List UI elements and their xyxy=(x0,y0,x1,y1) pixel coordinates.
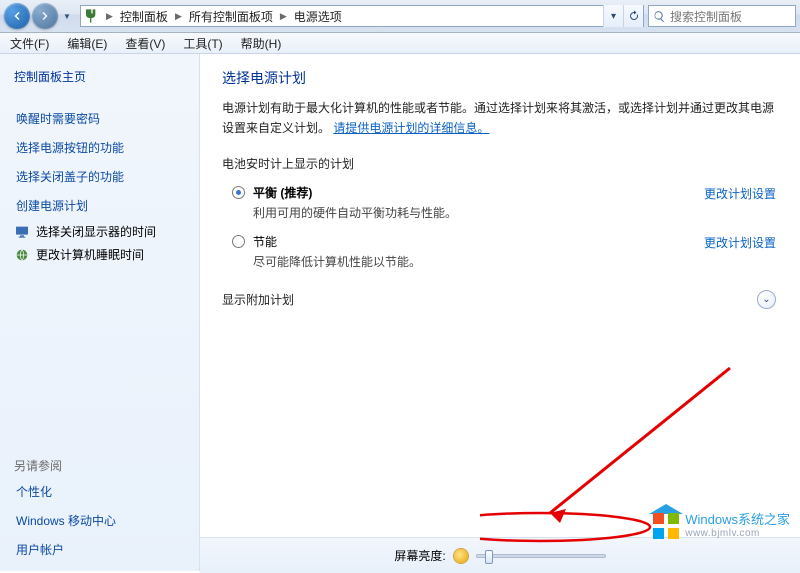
brightness-slider[interactable] xyxy=(476,554,606,558)
monitor-icon xyxy=(14,224,30,240)
breadcrumb-item[interactable]: 所有控制面板项 xyxy=(185,6,277,26)
watermark-text-cn: 系统之家 xyxy=(738,512,790,527)
content-pane: 选择电源计划 电源计划有助于最大化计算机的性能或者节能。通过选择计划来将其激活，… xyxy=(200,54,800,571)
chevron-right-icon: ▶ xyxy=(103,11,116,22)
menu-help[interactable]: 帮助(H) xyxy=(237,33,286,54)
sidebar-see-also-personalize[interactable]: 个性化 xyxy=(14,480,187,503)
sun-icon xyxy=(454,549,468,563)
search-placeholder: 搜索控制面板 xyxy=(670,8,742,25)
sidebar-link-create-plan[interactable]: 创建电源计划 xyxy=(14,194,187,217)
address-bar[interactable]: ▶ 控制面板 ▶ 所有控制面板项 ▶ 电源选项 ▾ xyxy=(80,5,644,27)
sidebar-see-also-heading: 另请参阅 xyxy=(14,457,187,474)
sidebar-see-also-mobility[interactable]: Windows 移动中心 xyxy=(14,509,187,532)
page-description: 电源计划有助于最大化计算机的性能或者节能。通过选择计划来将其激活，或选择计划并通… xyxy=(222,98,776,139)
radio-power-saver[interactable] xyxy=(232,235,245,248)
sidebar-link-display-off[interactable]: 选择关闭显示器的时间 xyxy=(14,223,187,240)
menu-tools[interactable]: 工具(T) xyxy=(179,33,226,54)
back-button[interactable] xyxy=(4,3,30,29)
sidebar-link-close-lid[interactable]: 选择关闭盖子的功能 xyxy=(14,165,187,188)
sidebar-item-label: 选择关闭显示器的时间 xyxy=(36,223,156,240)
sidebar: 控制面板主页 唤醒时需要密码 选择电源按钮的功能 选择关闭盖子的功能 创建电源计… xyxy=(0,54,200,571)
sidebar-link-require-password[interactable]: 唤醒时需要密码 xyxy=(14,107,187,130)
menu-bar: 文件(F) 编辑(E) 查看(V) 工具(T) 帮助(H) xyxy=(0,33,800,54)
menu-file[interactable]: 文件(F) xyxy=(6,33,53,54)
plan-balanced[interactable]: 平衡 (推荐) 利用可用的硬件自动平衡功耗与性能。 更改计划设置 xyxy=(222,182,776,231)
sidebar-see-also-users[interactable]: 用户帐户 xyxy=(14,538,187,561)
refresh-button[interactable] xyxy=(623,5,643,27)
brightness-label: 屏幕亮度: xyxy=(394,547,445,564)
show-additional-plans[interactable]: 显示附加计划 xyxy=(222,291,397,308)
sidebar-home-link[interactable]: 控制面板主页 xyxy=(14,68,187,85)
watermark-url: www.bjmlv.com xyxy=(685,528,790,539)
sidebar-item-label: 更改计算机睡眠时间 xyxy=(36,246,144,263)
plan-subtitle: 利用可用的硬件自动平衡功耗与性能。 xyxy=(253,204,704,221)
chevron-right-icon: ▶ xyxy=(277,11,290,22)
change-plan-settings-link[interactable]: 更改计划设置 xyxy=(704,185,776,202)
brightness-bar: 屏幕亮度: xyxy=(200,537,800,573)
chevron-right-icon: ▶ xyxy=(172,11,185,22)
plan-title: 节能 xyxy=(253,233,704,250)
address-dropdown[interactable]: ▾ xyxy=(603,5,623,27)
main-area: 控制面板主页 唤醒时需要密码 选择电源按钮的功能 选择关闭盖子的功能 创建电源计… xyxy=(0,54,800,571)
watermark: Windows系统之家 www.bjmlv.com xyxy=(653,513,790,539)
plan-group-label: 电池安时计上显示的计划 xyxy=(222,155,776,172)
plan-power-saver[interactable]: 节能 尽可能降低计算机性能以节能。 更改计划设置 xyxy=(222,231,776,280)
description-text: 电源计划有助于最大化计算机的性能或者节能。通过选择计划来将其激活，或选择计划并通… xyxy=(222,101,774,135)
plan-title: 平衡 (推荐) xyxy=(253,184,704,201)
page-title: 选择电源计划 xyxy=(222,68,776,88)
plan-subtitle: 尽可能降低计算机性能以节能。 xyxy=(253,253,704,270)
titlebar-nav: ▼ ▶ 控制面板 ▶ 所有控制面板项 ▶ 电源选项 ▾ 搜索控制面板 xyxy=(0,0,800,33)
chevron-down-icon[interactable]: ⌄ xyxy=(757,290,776,309)
sidebar-link-power-button[interactable]: 选择电源按钮的功能 xyxy=(14,136,187,159)
power-icon xyxy=(81,8,103,24)
breadcrumb-item[interactable]: 电源选项 xyxy=(290,6,346,26)
watermark-text-en: Windows xyxy=(685,512,738,527)
sidebar-link-sleep-time[interactable]: 更改计算机睡眠时间 xyxy=(14,246,187,263)
radio-balanced[interactable] xyxy=(232,186,245,199)
change-plan-settings-link[interactable]: 更改计划设置 xyxy=(704,234,776,251)
plan-details-link[interactable]: 请提供电源计划的详细信息。 xyxy=(333,121,489,135)
menu-view[interactable]: 查看(V) xyxy=(121,33,169,54)
globe-icon xyxy=(14,247,30,263)
history-dropdown[interactable]: ▼ xyxy=(60,6,74,26)
forward-button[interactable] xyxy=(32,3,58,29)
watermark-logo xyxy=(653,513,679,539)
menu-edit[interactable]: 编辑(E) xyxy=(63,33,111,54)
search-box[interactable]: 搜索控制面板 xyxy=(648,5,796,27)
slider-thumb[interactable] xyxy=(485,550,493,564)
breadcrumb-item[interactable]: 控制面板 xyxy=(116,6,172,26)
search-icon xyxy=(653,10,666,23)
